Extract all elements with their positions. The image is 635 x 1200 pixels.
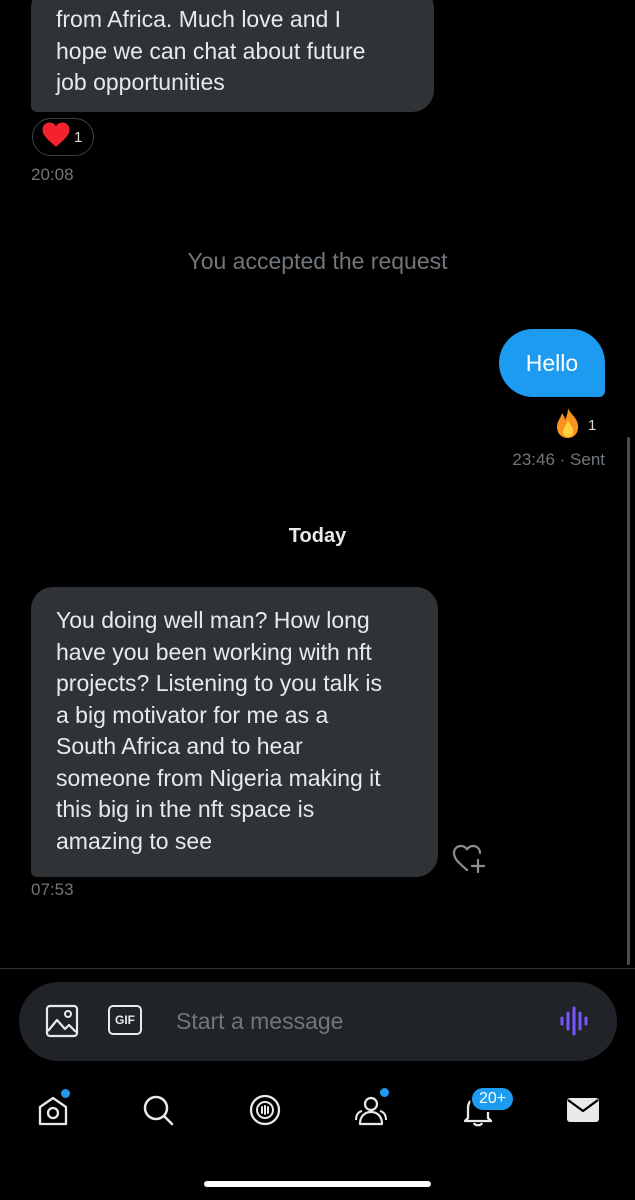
- reaction-count: 1: [74, 128, 83, 146]
- message-status: · Sent: [559, 450, 605, 469]
- date-divider: Today: [288, 525, 347, 547]
- message-line: this big in the nft space is: [56, 796, 315, 822]
- system-message: You accepted the request: [187, 248, 448, 274]
- voice-message-icon[interactable]: [560, 1006, 588, 1041]
- message-bubble-incoming[interactable]: You doing well man? How long have you be…: [31, 587, 438, 877]
- message-line: job opportunities: [56, 69, 225, 95]
- message-input[interactable]: [176, 1000, 526, 1042]
- message-bubble-outgoing[interactable]: Hello: [499, 329, 605, 397]
- message-bubble-incoming[interactable]: from Africa. Much love and I hope we can…: [31, 0, 434, 112]
- image-icon[interactable]: [45, 1004, 79, 1043]
- message-meta: 23:46 · Sent: [512, 450, 605, 470]
- message-line: someone from Nigeria making it: [56, 764, 381, 791]
- message-line: a big motivator for me as a: [56, 701, 329, 728]
- message-timestamp: 23:46: [512, 450, 555, 469]
- message-timestamp: 20:08: [31, 165, 74, 184]
- scrollbar[interactable]: [627, 437, 630, 965]
- message-timestamp: 07:53: [31, 880, 74, 899]
- fire-icon: [553, 406, 583, 445]
- message-line: hope we can chat about future: [56, 37, 366, 64]
- message-line: amazing to see: [56, 827, 212, 854]
- gif-button[interactable]: GIF: [108, 1005, 142, 1035]
- search-icon[interactable]: [138, 1090, 178, 1130]
- message-line: South Africa and to hear: [56, 733, 303, 759]
- home-indicator[interactable]: [204, 1181, 431, 1187]
- unread-dot: [379, 1087, 390, 1098]
- reaction-count: 1: [588, 417, 597, 434]
- home-icon[interactable]: [33, 1088, 73, 1130]
- message-line: projects? Listening to you talk is: [56, 670, 383, 696]
- spaces-icon[interactable]: [245, 1090, 285, 1130]
- message-line: You doing well man? How long: [56, 607, 370, 633]
- notifications-badge: 20+: [470, 1086, 516, 1112]
- unread-dot: [60, 1088, 71, 1099]
- heart-icon: [41, 121, 71, 153]
- divider: [0, 968, 635, 969]
- message-line: have you been working with nft: [56, 638, 372, 665]
- message-line: from Africa. Much love and I: [56, 6, 342, 32]
- fire-reaction[interactable]: 1: [553, 406, 596, 445]
- communities-icon[interactable]: [351, 1087, 391, 1130]
- mail-icon[interactable]: [563, 1090, 603, 1130]
- message-text: Hello: [525, 349, 579, 376]
- add-reaction-heart-icon[interactable]: [450, 840, 488, 881]
- heart-reaction-pill[interactable]: 1: [32, 118, 94, 156]
